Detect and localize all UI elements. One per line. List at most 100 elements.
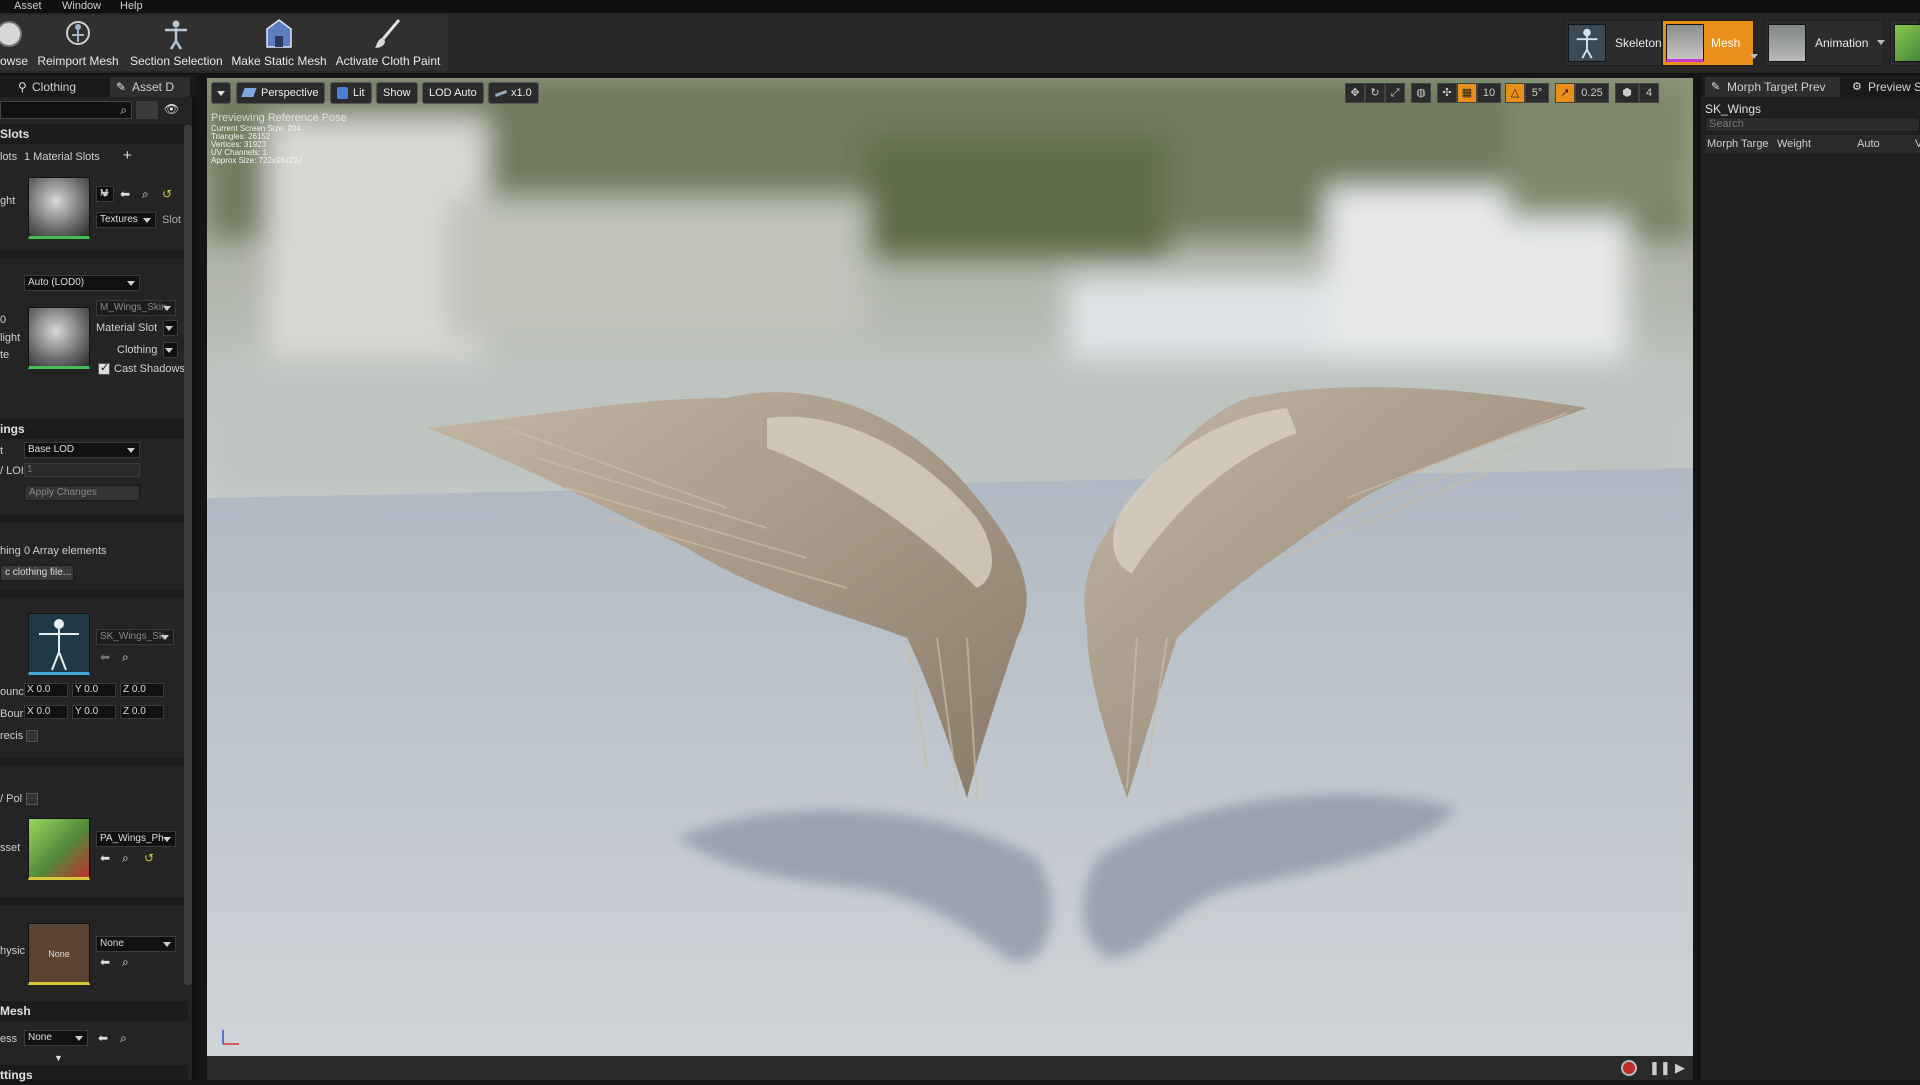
- pos-bounds-z[interactable]: Z 0.0: [120, 683, 164, 697]
- expand-advanced-chevron-icon[interactable]: ▼: [54, 1051, 63, 1065]
- per-poly-checkbox[interactable]: [26, 793, 38, 805]
- browse-asset-icon[interactable]: ⌕: [122, 851, 129, 865]
- pause-icon[interactable]: ❚❚: [1649, 1060, 1671, 1076]
- settings-section-header[interactable]: ttings: [0, 1065, 188, 1082]
- lod-settings-header[interactable]: ings: [0, 419, 188, 439]
- column-weight[interactable]: Weight: [1777, 138, 1811, 150]
- menu-asset[interactable]: Asset: [14, 0, 42, 12]
- scale-snap-value[interactable]: 0.25: [1575, 83, 1609, 103]
- details-search-input[interactable]: ⌕: [0, 101, 132, 119]
- animation-dropdown-chevron-icon[interactable]: [1877, 40, 1885, 45]
- base-lod-dropdown[interactable]: Base LOD: [24, 442, 140, 458]
- pos-bounds-y[interactable]: Y 0.0: [72, 683, 116, 697]
- lod-auto-button[interactable]: LOD Auto: [422, 82, 484, 104]
- neg-bounds-z[interactable]: Z 0.0: [120, 705, 164, 719]
- column-auto[interactable]: Auto: [1857, 138, 1880, 150]
- material-slots-header[interactable]: Slots: [0, 124, 188, 144]
- camera-speed-value[interactable]: 4: [1639, 83, 1659, 103]
- reimport-mesh-button[interactable]: Reimport Mesh: [36, 15, 120, 71]
- num-lods-field[interactable]: 1: [24, 463, 140, 477]
- perspective-button[interactable]: Perspective: [236, 82, 326, 104]
- mode-skeleton[interactable]: Skeleton: [1564, 20, 1662, 66]
- material-slot-select[interactable]: [163, 320, 178, 336]
- apply-changes-button[interactable]: Apply Changes: [24, 485, 140, 501]
- browse-button[interactable]: owse: [0, 15, 28, 71]
- use-selected-arrow-icon[interactable]: ⬅: [100, 650, 110, 664]
- details-scrollbar[interactable]: [184, 125, 192, 985]
- physics-asset-thumbnail[interactable]: [28, 818, 90, 880]
- rotation-snap-value[interactable]: 5°: [1525, 83, 1549, 103]
- playback-speed-button[interactable]: x1.0: [488, 82, 539, 104]
- axis-gizmo-icon: [222, 1030, 239, 1045]
- add-clothing-file-button[interactable]: c clothing file...: [0, 565, 74, 581]
- paint-brush-icon: [375, 19, 401, 48]
- world-space-icon[interactable]: ◍: [1411, 83, 1431, 103]
- lit-button[interactable]: Lit: [330, 82, 372, 104]
- translate-icon[interactable]: ✥: [1345, 83, 1365, 103]
- scale-snap-icon[interactable]: ↗: [1555, 83, 1575, 103]
- rotate-icon[interactable]: ↻: [1365, 83, 1385, 103]
- grid-snap-value[interactable]: 10: [1477, 83, 1501, 103]
- tab-preview-scene-settings[interactable]: ⚙ Preview S: [1846, 77, 1920, 97]
- mesh-dropdown-chevron-icon[interactable]: [1750, 54, 1758, 59]
- physics-asset-dropdown[interactable]: PA_Wings_Ph: [96, 831, 176, 847]
- eye-visibility-icon[interactable]: 👁: [164, 102, 179, 116]
- toolbar: owse Reimport Mesh Section Selection Mak…: [0, 13, 1920, 75]
- neg-bounds-x[interactable]: X 0.0: [24, 705, 68, 719]
- tab-asset-details[interactable]: ✎ Asset D: [110, 77, 190, 97]
- browse-asset-icon[interactable]: ⌕: [122, 955, 129, 969]
- grid-snap-icon[interactable]: ▦: [1457, 83, 1477, 103]
- skeleton-asset-dropdown[interactable]: SK_Wings_Sk: [96, 629, 174, 645]
- browse-asset-icon[interactable]: ⌕: [122, 650, 129, 664]
- use-selected-arrow-icon[interactable]: ⬅: [98, 1031, 108, 1045]
- precise-bounds-checkbox[interactable]: [26, 730, 38, 742]
- section-material-dropdown[interactable]: M_Wings_Skin: [96, 300, 176, 316]
- skeleton-thumbnail[interactable]: [28, 613, 90, 675]
- tab-clothing[interactable]: ⚲ Clothing: [10, 77, 106, 97]
- column-v[interactable]: V: [1915, 138, 1920, 150]
- menu-help[interactable]: Help: [120, 0, 143, 12]
- mode-animation[interactable]: Animation: [1764, 20, 1885, 66]
- neg-bounds-y[interactable]: Y 0.0: [72, 705, 116, 719]
- browse-asset-icon[interactable]: ⌕: [142, 187, 149, 201]
- browse-asset-icon[interactable]: ⌕: [120, 1031, 127, 1045]
- column-morph-target[interactable]: Morph Targe: [1707, 138, 1769, 150]
- mesh-none-dropdown[interactable]: None: [24, 1030, 88, 1046]
- menu-window[interactable]: Window: [62, 0, 101, 12]
- lod-dropdown[interactable]: Auto (LOD0): [24, 275, 140, 291]
- scale-icon[interactable]: ⤢: [1385, 83, 1405, 103]
- rotation-snap-icon[interactable]: △: [1505, 83, 1525, 103]
- pos-bounds-x[interactable]: X 0.0: [24, 683, 68, 697]
- record-icon[interactable]: [1621, 1060, 1637, 1076]
- mode-mesh[interactable]: Mesh: [1662, 20, 1754, 66]
- use-selected-arrow-icon[interactable]: ⬅: [120, 187, 130, 201]
- tab-morph-target-preview[interactable]: ✎ Morph Target Prev: [1705, 77, 1840, 97]
- asset-details-tab-icon: ✎: [116, 80, 127, 94]
- material-thumbnail[interactable]: [28, 177, 90, 239]
- morph-target-search-input[interactable]: Search: [1705, 117, 1920, 132]
- viewport-options-button[interactable]: [211, 82, 231, 104]
- surface-snap-icon[interactable]: ✣: [1437, 83, 1457, 103]
- camera-speed-icon[interactable]: ⬢: [1615, 83, 1639, 103]
- use-selected-arrow-icon[interactable]: ⬅: [100, 851, 110, 865]
- material-slot-dropdown[interactable]: M: [96, 186, 114, 202]
- shadow-physics-dropdown[interactable]: None: [96, 936, 176, 952]
- cast-shadows-checkbox[interactable]: ✓: [98, 362, 110, 375]
- mesh-section-header[interactable]: Mesh: [0, 1001, 188, 1021]
- section-material-thumbnail[interactable]: [28, 307, 90, 369]
- clothing-select[interactable]: [163, 342, 178, 358]
- shadow-physics-thumbnail[interactable]: None: [28, 923, 90, 985]
- section-selection-button[interactable]: Section Selection: [130, 15, 223, 71]
- reset-to-default-icon[interactable]: ↺: [162, 187, 172, 201]
- make-static-mesh-button[interactable]: Make Static Mesh: [230, 15, 328, 71]
- textures-dropdown[interactable]: Textures: [96, 212, 156, 228]
- viewport[interactable]: Perspective Lit Show LOD Auto x1.0 Previ…: [207, 78, 1693, 1056]
- show-button[interactable]: Show: [376, 82, 418, 104]
- reset-to-default-icon[interactable]: ↺: [144, 851, 154, 865]
- mode-physics[interactable]: [1890, 20, 1920, 66]
- grid-view-icon[interactable]: [136, 101, 158, 119]
- add-slot-icon[interactable]: +: [123, 148, 132, 163]
- activate-cloth-paint-button[interactable]: Activate Cloth Paint: [334, 15, 442, 71]
- use-selected-arrow-icon[interactable]: ⬅: [100, 955, 110, 969]
- step-forward-icon[interactable]: ▶: [1675, 1060, 1685, 1076]
